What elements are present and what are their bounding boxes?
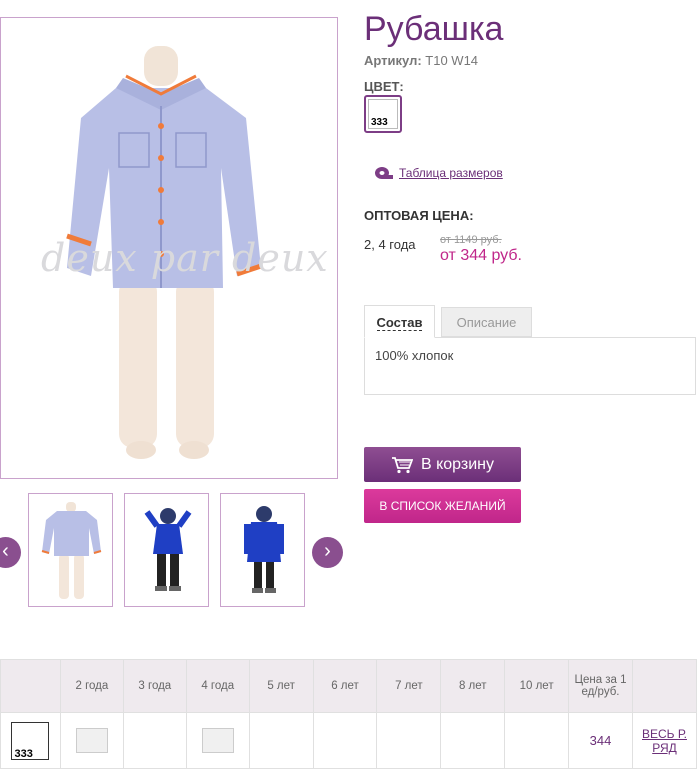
product-title: Рубашка: [364, 10, 504, 48]
old-price: от 1149 руб.: [440, 234, 502, 246]
add-to-cart-button[interactable]: В корзину: [364, 447, 521, 482]
header-size: 10 лет: [504, 659, 570, 713]
add-to-wishlist-button[interactable]: В СПИСОК ЖЕЛАНИЙ: [364, 489, 521, 523]
table-header-row: 2 года 3 года 4 года 5 лет 6 лет 7 лет 8…: [0, 659, 697, 713]
color-swatch[interactable]: 333: [364, 95, 402, 133]
kid-blue-jacket-image: [144, 508, 192, 591]
qty-cell-3: [122, 712, 187, 769]
qty-cell-6: [312, 712, 378, 769]
new-price: от 344 руб.: [440, 247, 522, 264]
tab-description[interactable]: Описание: [441, 307, 532, 337]
gallery-next-button[interactable]: ›: [312, 537, 343, 568]
color-label: ЦВЕТ:: [364, 79, 404, 94]
size-table-label: Таблица размеров: [399, 166, 503, 180]
tab-composition[interactable]: Состав: [364, 305, 435, 338]
header-size: 8 лет: [440, 659, 506, 713]
qty-cell-5: [248, 712, 314, 769]
shirt-thumbnail-image: [41, 502, 102, 599]
header-size: 4 года: [185, 659, 250, 713]
header-size: 6 лет: [312, 659, 378, 713]
thumbnail-blue-jacket-2[interactable]: [220, 493, 305, 607]
table-row: 333 344 ВЕСЬ Р. РЯД: [0, 712, 697, 769]
qty-cell-2: [59, 712, 124, 769]
thumbnail-blue-jacket-1[interactable]: [124, 493, 209, 607]
add-to-cart-label: В корзину: [420, 455, 495, 473]
size-quantity-table: 2 года 3 года 4 года 5 лет 6 лет 7 лет 8…: [0, 659, 697, 769]
header-color: [0, 659, 61, 713]
wholesale-price-label: ОПТОВАЯ ЦЕНА:: [364, 208, 474, 223]
tab-description-label: Описание: [456, 315, 517, 330]
header-price: Цена за 1 ед/руб.: [568, 659, 633, 713]
chevron-right-icon: ›: [324, 540, 331, 562]
row-color-cell: 333: [0, 712, 61, 769]
chevron-left-icon: ‹: [2, 540, 9, 562]
sku-value: T10 W14: [425, 53, 479, 68]
whole-size-row-link[interactable]: ВЕСЬ Р. РЯД: [642, 727, 687, 755]
sku-label: Артикул:: [364, 53, 422, 68]
watermark-logo: deux par deux: [41, 236, 329, 280]
header-size: 7 лет: [376, 659, 442, 713]
unit-price: 344: [568, 712, 633, 769]
tape-measure-icon: [375, 167, 393, 179]
row-color-code: 333: [14, 747, 33, 760]
thumbnail-shirt[interactable]: [28, 493, 113, 607]
qty-cell-8: [440, 712, 506, 769]
header-size: 2 года: [59, 659, 124, 713]
qty-input-4-years[interactable]: [201, 728, 234, 753]
header-action: [631, 659, 697, 713]
tab-composition-label: Состав: [376, 315, 423, 331]
product-sku: Артикул: T10 W14: [364, 53, 478, 68]
size-table-link[interactable]: Таблица размеров: [374, 166, 503, 180]
qty-input-2-years[interactable]: [75, 728, 108, 753]
qty-cell-4: [185, 712, 250, 769]
kid-blue-jacket-front-image: [244, 506, 284, 593]
color-code: 333: [371, 117, 388, 128]
header-size: 5 лет: [248, 659, 314, 713]
cart-icon: [391, 456, 413, 473]
whole-row-cell: ВЕСЬ Р. РЯД: [631, 712, 697, 769]
row-color-swatch: 333: [11, 721, 50, 760]
gallery-prev-button[interactable]: ‹: [0, 537, 21, 568]
product-main-image[interactable]: deux par deux: [0, 17, 338, 479]
available-sizes: 2, 4 года: [364, 237, 416, 252]
tab-panel: 100% хлопок: [364, 337, 696, 395]
header-size: 3 года: [122, 659, 187, 713]
qty-cell-7: [376, 712, 442, 769]
qty-cell-10: [504, 712, 570, 769]
composition-text: 100% хлопок: [375, 348, 454, 363]
